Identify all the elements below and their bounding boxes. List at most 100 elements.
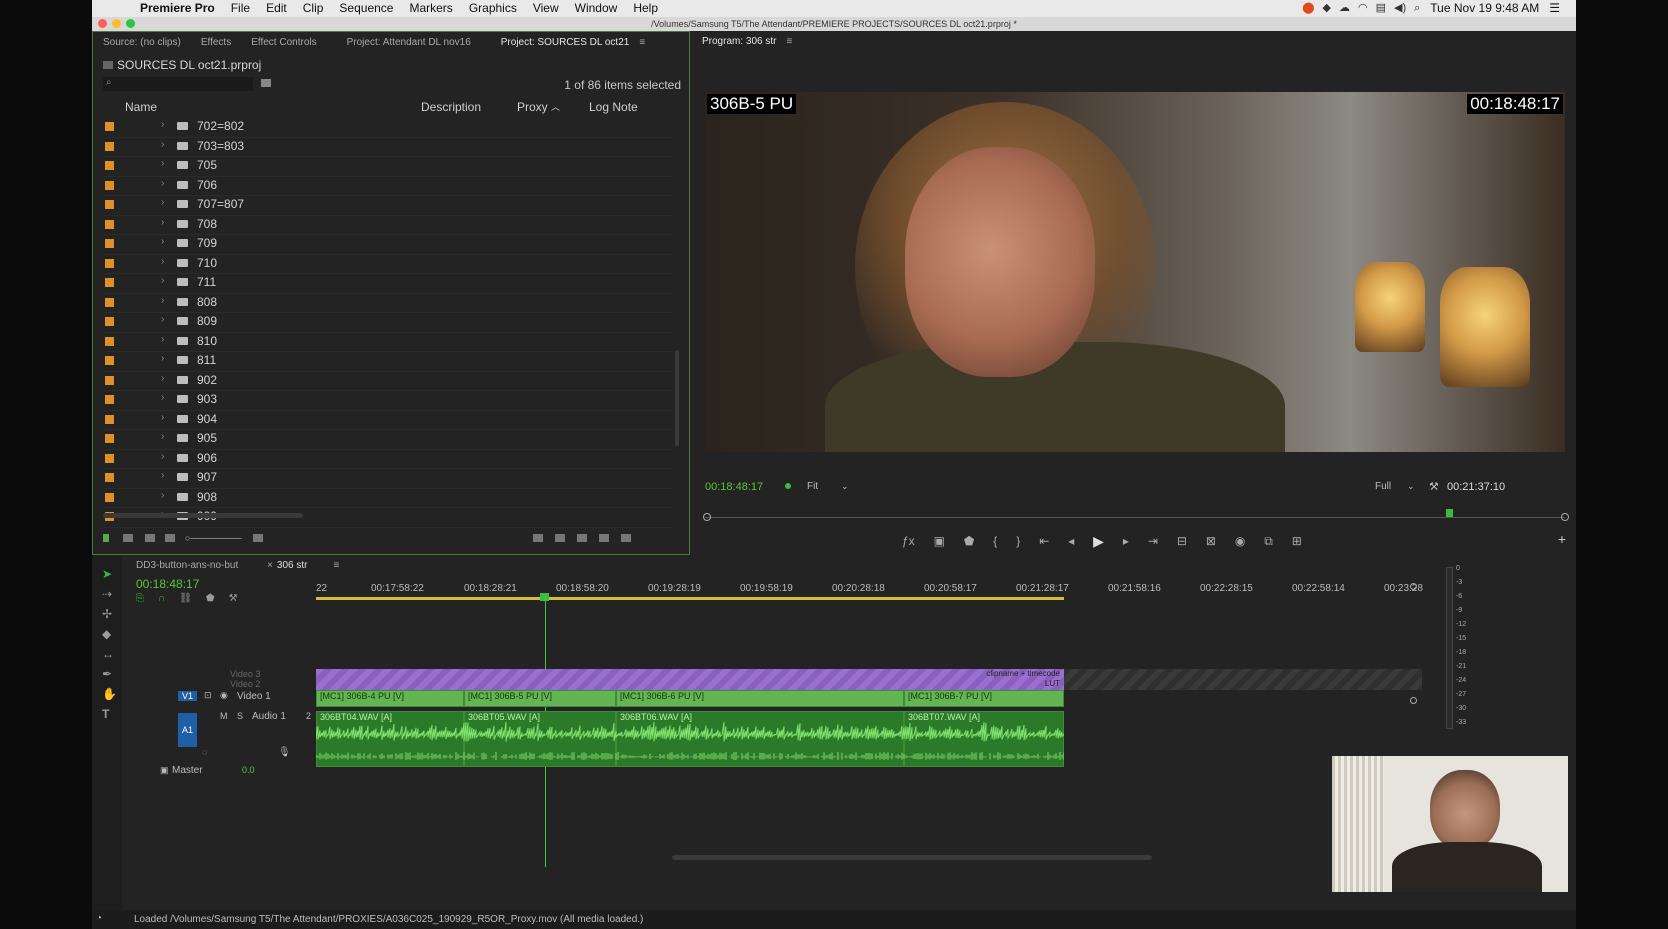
label-color-swatch[interactable] xyxy=(105,258,114,268)
chevron-right-icon[interactable]: › xyxy=(161,178,164,189)
cloud-icon[interactable]: ☁ xyxy=(1339,0,1350,17)
ripple-edit-tool-icon[interactable]: ✢ xyxy=(102,607,112,621)
tab-program[interactable]: Program: 306 str xyxy=(692,36,786,47)
label-color-swatch[interactable] xyxy=(105,317,114,326)
label-color-swatch[interactable] xyxy=(105,395,114,404)
bin-row[interactable]: › 902 xyxy=(103,372,673,391)
close-window-button[interactable] xyxy=(98,19,107,28)
time-ruler[interactable]: 22 00:17:58:22 00:18:28:21 00:18:58:20 00:19… xyxy=(316,579,1423,599)
v1-source-target[interactable]: V1 xyxy=(178,691,198,701)
chevron-right-icon[interactable]: › xyxy=(161,217,164,228)
chevron-right-icon[interactable]: › xyxy=(161,158,164,169)
export-frame-icon[interactable]: ◉ xyxy=(1235,534,1245,548)
panel-menu-icon[interactable]: ≡ xyxy=(333,560,339,571)
chevron-right-icon[interactable]: › xyxy=(161,236,164,247)
tab-project-sources[interactable]: Project: SOURCES DL oct21 xyxy=(491,37,640,48)
bin-row[interactable]: › 709 xyxy=(103,235,673,255)
project-search-input[interactable]: ⌕ xyxy=(103,77,253,91)
label-color-swatch[interactable] xyxy=(105,414,114,424)
menubar-clock[interactable]: Tue Nov 19 9:48 AM xyxy=(1430,0,1539,17)
tab-effect-controls[interactable]: Effect Controls xyxy=(241,37,326,48)
dropbox-icon[interactable]: ◆ xyxy=(1323,0,1331,17)
tab-sequence-306[interactable]: 306 str xyxy=(277,560,308,571)
label-color-swatch[interactable] xyxy=(105,122,114,131)
video-clip[interactable]: [MC1] 306B-6 PU [V] xyxy=(616,690,904,707)
column-proxy[interactable]: Proxy xyxy=(517,100,548,114)
program-playhead-timecode[interactable]: 00:18:48:17 xyxy=(705,481,763,493)
tab-effects[interactable]: Effects xyxy=(191,37,241,48)
menu-graphics[interactable]: Graphics xyxy=(461,0,525,17)
label-color-swatch[interactable] xyxy=(105,161,114,170)
track-video-1[interactable]: Video 1 xyxy=(237,691,271,702)
menu-help[interactable]: Help xyxy=(625,0,666,17)
vr-video-icon[interactable]: ⧉ xyxy=(1264,534,1273,549)
chevron-right-icon[interactable]: › xyxy=(161,295,164,306)
notification-center-icon[interactable]: ☰ xyxy=(1549,0,1560,17)
a1-source-target[interactable]: A1 xyxy=(178,713,198,747)
program-video-frame[interactable]: 306B-5 PU 00:18:48:17 xyxy=(705,92,1565,452)
video-clip[interactable]: [MC1] 306B-5 PU [V] xyxy=(464,690,616,707)
chevron-right-icon[interactable]: › xyxy=(161,353,164,364)
mark-out-icon[interactable]: } xyxy=(1016,534,1020,548)
add-marker-icon[interactable]: ⬟ xyxy=(206,593,215,604)
menu-window[interactable]: Window xyxy=(567,0,626,17)
label-color-swatch[interactable] xyxy=(105,278,114,287)
step-back-icon[interactable]: ◂ xyxy=(1068,534,1074,548)
go-to-out-icon[interactable]: ⇥ xyxy=(1148,534,1158,548)
step-forward-icon[interactable]: ▸ xyxy=(1123,534,1129,548)
bin-row[interactable]: › 905 xyxy=(103,430,673,450)
automate-to-sequence-icon[interactable] xyxy=(533,534,543,542)
snap-icon[interactable]: ∩ xyxy=(158,593,165,604)
bin-row[interactable]: › 907 xyxy=(103,469,673,489)
menu-sequence[interactable]: Sequence xyxy=(331,0,401,17)
column-description[interactable]: Description xyxy=(421,100,481,114)
chevron-right-icon[interactable]: › xyxy=(161,119,164,130)
label-color-swatch[interactable] xyxy=(105,219,114,229)
label-color-swatch[interactable] xyxy=(105,434,114,443)
tab-source[interactable]: Source: (no clips) xyxy=(93,37,191,48)
wrench-icon[interactable]: ⚒ xyxy=(1429,480,1439,493)
multicam-icon[interactable]: ▣ xyxy=(934,534,945,548)
button-editor-plus-icon[interactable]: + xyxy=(1558,531,1566,547)
master-volume[interactable]: 0.0 xyxy=(242,765,255,775)
lock-icon[interactable]: ▣ xyxy=(160,765,169,776)
wifi-icon[interactable]: ◠ xyxy=(1358,0,1368,17)
chevron-right-icon[interactable]: › xyxy=(161,275,164,286)
eye-icon[interactable]: ◉ xyxy=(220,690,228,701)
list-view-icon[interactable] xyxy=(123,534,133,542)
find-icon[interactable] xyxy=(555,534,565,542)
bin-row[interactable]: › 908 xyxy=(103,489,673,508)
lock-icon[interactable] xyxy=(103,534,109,542)
chevron-right-icon[interactable]: › xyxy=(161,470,164,481)
menu-markers[interactable]: Markers xyxy=(401,0,460,17)
chevron-right-icon[interactable]: › xyxy=(161,197,164,208)
column-name[interactable]: Name xyxy=(125,100,157,114)
program-playhead[interactable] xyxy=(1446,509,1453,517)
keyframe-icon[interactable]: ◌ xyxy=(202,747,207,757)
out-handle[interactable] xyxy=(1561,513,1569,521)
menu-view[interactable]: View xyxy=(525,0,567,17)
tab-project-attendant[interactable]: Project: Attendant DL nov16 xyxy=(337,37,481,48)
wrench-icon[interactable]: ⚒ xyxy=(229,593,238,604)
minimize-window-button[interactable] xyxy=(112,19,121,28)
track-video-3[interactable]: Video 3 xyxy=(230,669,260,679)
bin-row[interactable]: › 810 xyxy=(103,333,673,352)
menu-edit[interactable]: Edit xyxy=(258,0,295,17)
bin-row[interactable]: › 702=802 xyxy=(103,118,673,138)
label-color-swatch[interactable] xyxy=(105,356,114,365)
timeline-horizontal-scrollbar[interactable] xyxy=(672,855,1152,860)
label-color-swatch[interactable] xyxy=(105,180,114,190)
trash-icon[interactable] xyxy=(621,534,631,542)
go-to-in-icon[interactable]: ⇤ xyxy=(1039,534,1049,548)
label-color-swatch[interactable] xyxy=(105,336,114,346)
microphone-icon[interactable]: 🎙 xyxy=(278,747,291,758)
type-tool-icon[interactable]: T xyxy=(102,707,109,721)
chevron-right-icon[interactable]: › xyxy=(161,412,164,423)
label-color-swatch[interactable] xyxy=(105,200,114,209)
program-mini-timeline[interactable] xyxy=(703,509,1569,528)
record-icon[interactable]: ⬤ xyxy=(1302,0,1314,17)
bin-row[interactable]: › 808 xyxy=(103,294,673,313)
chevron-right-icon[interactable]: › xyxy=(161,431,164,442)
project-horizontal-scrollbar[interactable] xyxy=(103,513,303,518)
bin-row[interactable]: › 906 xyxy=(103,450,673,469)
